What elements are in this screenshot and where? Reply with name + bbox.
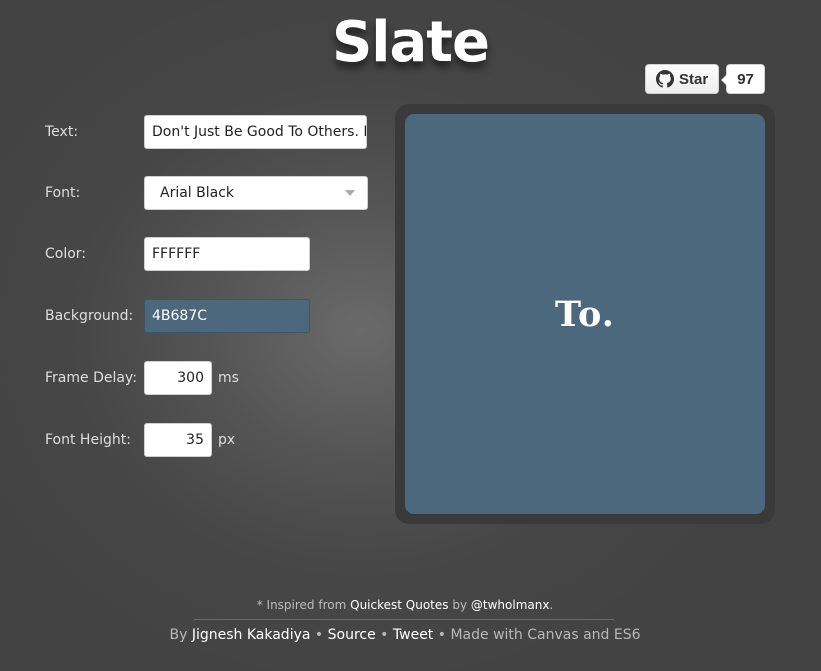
font-height-label: Font Height: <box>45 432 131 448</box>
color-label: Color: <box>45 246 87 262</box>
footer-divider <box>194 619 614 620</box>
background-row: Background: 4B687C <box>45 299 310 333</box>
inspired-note: * Inspired from Quickest Quotes by @twho… <box>0 598 810 612</box>
quickest-quotes-link[interactable]: Quickest Quotes <box>350 598 448 612</box>
github-star-label: Star <box>679 70 709 88</box>
font-select-value: Arial Black <box>160 185 235 201</box>
background-label: Background: <box>45 308 134 324</box>
text-label: Text: <box>45 124 79 140</box>
text-input[interactable]: Don't Just Be Good To Others. Be G <box>144 115 367 149</box>
inspired-end: . <box>549 598 554 612</box>
font-label: Font: <box>45 185 81 201</box>
color-input[interactable]: FFFFFF <box>144 237 310 271</box>
separator: • <box>437 627 447 643</box>
font-height-input[interactable]: 35 <box>144 423 212 457</box>
separator: • <box>380 627 389 643</box>
frame-delay-input[interactable]: 300 <box>144 361 212 395</box>
font-height-row: Font Height: 35 px <box>45 423 235 457</box>
separator: • <box>314 627 324 643</box>
github-star-widget: Star 97 <box>645 64 765 94</box>
github-star-button[interactable]: Star <box>645 64 720 94</box>
background-input[interactable]: 4B687C <box>144 299 310 333</box>
font-select[interactable]: Arial Black <box>144 176 368 210</box>
source-link[interactable]: Source <box>328 627 376 643</box>
made-with-text: Made with Canvas and ES6 <box>450 627 641 643</box>
github-star-count[interactable]: 97 <box>721 64 765 94</box>
preview-word: To. <box>555 293 615 335</box>
preview-canvas: To. <box>405 114 765 514</box>
text-row: Text: Don't Just Be Good To Others. Be G <box>45 115 367 149</box>
inspired-prefix: * Inspired from <box>256 598 347 612</box>
tweet-link[interactable]: Tweet <box>393 627 433 643</box>
frame-delay-label: Frame Delay: <box>45 370 137 386</box>
font-row: Font: Arial Black <box>45 176 368 210</box>
inspired-by: by <box>452 598 468 612</box>
author-link[interactable]: Jignesh Kakadiya <box>192 627 311 643</box>
frame-delay-unit: ms <box>218 370 239 386</box>
by-prefix: By <box>169 627 188 643</box>
font-height-unit: px <box>218 432 236 448</box>
twholmanx-link[interactable]: @twholmanx <box>471 598 550 612</box>
color-row: Color: FFFFFF <box>45 237 310 271</box>
frame-delay-row: Frame Delay: 300 ms <box>45 361 239 395</box>
chevron-down-icon <box>345 190 355 196</box>
github-icon <box>656 70 674 88</box>
preview-frame: To. <box>395 104 775 524</box>
credits-line: By Jignesh Kakadiya • Source • Tweet • M… <box>0 627 810 643</box>
